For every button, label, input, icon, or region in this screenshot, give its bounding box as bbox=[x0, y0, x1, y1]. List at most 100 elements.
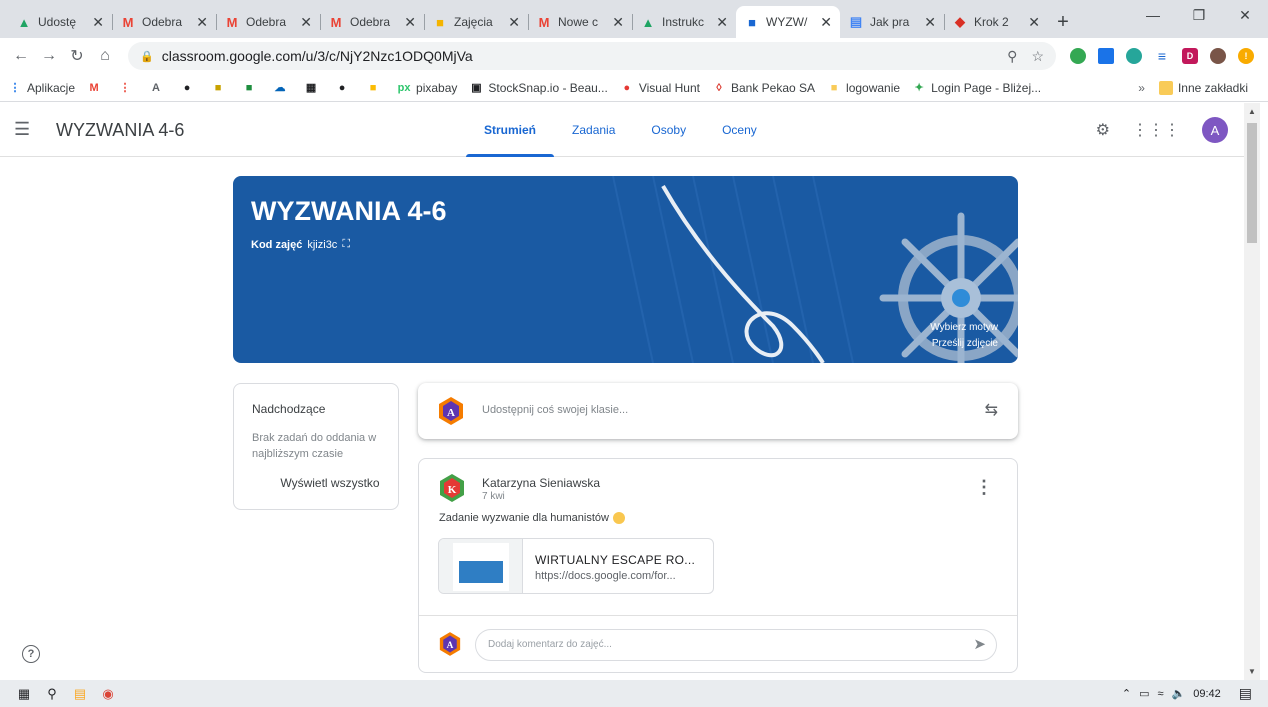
browser-tab[interactable]: M Nowe c ✕ bbox=[528, 6, 632, 38]
class-tab-0[interactable]: Strumień bbox=[466, 103, 555, 157]
lock-icon: 🔒 bbox=[140, 50, 154, 63]
bookmark-item[interactable]: ● Visual Hunt bbox=[620, 80, 700, 95]
wifi-icon[interactable]: ≈ bbox=[1157, 688, 1163, 700]
close-tab-icon[interactable]: ✕ bbox=[300, 14, 312, 31]
restore-button[interactable]: ❐ bbox=[1176, 0, 1222, 30]
repost-icon[interactable]: ⇆ bbox=[985, 400, 998, 420]
share-with-class-box[interactable]: A Udostępnij coś swojej klasie... ⇆ bbox=[418, 383, 1018, 439]
extension-teal-icon[interactable] bbox=[1126, 48, 1142, 64]
help-icon[interactable]: ? bbox=[22, 645, 40, 663]
menu-icon[interactable]: ☰ bbox=[14, 119, 30, 140]
select-theme-link[interactable]: Wybierz motyw bbox=[930, 320, 998, 336]
other-bookmarks[interactable]: Inne zakładki bbox=[1158, 80, 1248, 95]
camera-icon: ▣ bbox=[471, 82, 482, 94]
bookmark-item[interactable]: ■ bbox=[366, 81, 385, 95]
scrollbar-thumb[interactable] bbox=[1247, 123, 1257, 243]
scroll-up-icon[interactable]: ▲ bbox=[1248, 107, 1256, 116]
class-comment-input[interactable]: Dodaj komentarz do zajęć... ➤ bbox=[475, 629, 997, 661]
close-tab-icon[interactable]: ✕ bbox=[404, 14, 416, 31]
bookmark-item[interactable]: ■ bbox=[242, 81, 261, 95]
zoom-icon[interactable]: ⚲ bbox=[1007, 48, 1017, 65]
close-tab-icon[interactable]: ✕ bbox=[612, 14, 624, 31]
windows-start-icon[interactable]: ▦ bbox=[10, 680, 38, 707]
settings-gear-icon[interactable]: ⚙ bbox=[1096, 120, 1110, 140]
forward-icon[interactable]: → bbox=[36, 43, 62, 69]
reload-icon[interactable]: ↻ bbox=[64, 43, 90, 69]
bookmark-item[interactable]: ● bbox=[335, 81, 354, 95]
close-tab-icon[interactable]: ✕ bbox=[716, 14, 728, 31]
class-title[interactable]: WYZWANIA 4-6 bbox=[56, 120, 184, 141]
browser-tab[interactable]: ■ Zajęcia ✕ bbox=[424, 6, 528, 38]
more-options-icon[interactable]: ⋮ bbox=[975, 477, 993, 498]
bookmark-item[interactable]: ⋮ Aplikacje bbox=[8, 81, 76, 95]
apple-icon: ● bbox=[183, 81, 191, 94]
update-alert-icon[interactable]: ! bbox=[1238, 48, 1254, 64]
close-tab-icon[interactable]: ✕ bbox=[508, 14, 520, 31]
browser-tab[interactable]: ◆ Krok 2 ✕ bbox=[944, 6, 1048, 38]
bookmark-item[interactable]: ■ bbox=[211, 81, 230, 95]
bookmarks-more-button[interactable]: » bbox=[1138, 81, 1145, 95]
bookmark-star-icon[interactable]: ☆ bbox=[1031, 48, 1044, 65]
browser-tab[interactable]: M Odebra ✕ bbox=[320, 6, 424, 38]
bookmark-label: Visual Hunt bbox=[638, 80, 700, 95]
scroll-down-icon[interactable]: ▼ bbox=[1248, 667, 1256, 676]
bookmark-item[interactable]: ✦ Login Page - Bliżej... bbox=[912, 81, 1041, 95]
browser-tab[interactable]: ▲ Instrukc ✕ bbox=[632, 6, 736, 38]
close-tab-icon[interactable]: ✕ bbox=[820, 14, 832, 31]
post-date: 7 kwi bbox=[482, 491, 505, 502]
bookmark-item[interactable]: ■ logowanie bbox=[827, 81, 900, 95]
close-tab-icon[interactable]: ✕ bbox=[924, 14, 936, 31]
browser-tab[interactable]: M Odebra ✕ bbox=[112, 6, 216, 38]
close-tab-icon[interactable]: ✕ bbox=[1028, 14, 1040, 31]
tray-chevron-icon[interactable]: ⌃ bbox=[1122, 687, 1131, 700]
fullscreen-icon[interactable]: ⛶ bbox=[342, 238, 350, 251]
battery-icon[interactable]: ▭ bbox=[1139, 687, 1149, 700]
extension-green-icon[interactable] bbox=[1070, 48, 1086, 64]
bookmark-item[interactable]: ⋮ bbox=[118, 81, 137, 95]
close-tab-icon[interactable]: ✕ bbox=[92, 14, 104, 31]
home-icon[interactable]: ⌂ bbox=[92, 43, 118, 69]
bookmark-item[interactable]: A bbox=[149, 81, 168, 95]
browser-tab[interactable]: ▤ Jak pra ✕ bbox=[840, 6, 944, 38]
close-tab-icon[interactable]: ✕ bbox=[196, 14, 208, 31]
back-icon[interactable]: ← bbox=[8, 43, 34, 69]
user-avatar[interactable]: A bbox=[1202, 117, 1228, 143]
volume-icon[interactable]: 🔈 bbox=[1172, 687, 1186, 700]
attachment-card[interactable]: WIRTUALNY ESCAPE RO... https://docs.goog… bbox=[438, 538, 714, 594]
browser-tab[interactable]: ▲ Udostę ✕ bbox=[8, 6, 112, 38]
bookmark-item[interactable]: ☁ bbox=[273, 81, 292, 95]
bookmark-item[interactable]: ● bbox=[180, 81, 199, 95]
browser-tab[interactable]: M Odebra ✕ bbox=[216, 6, 320, 38]
attachment-title: WIRTUALNY ESCAPE RO... bbox=[535, 553, 696, 567]
chrome-icon[interactable]: ◉ bbox=[94, 680, 122, 707]
extension-list-icon[interactable]: ≡ bbox=[1154, 48, 1170, 64]
bookmark-item[interactable]: ▦ bbox=[304, 81, 323, 95]
game-icon: ■ bbox=[214, 81, 222, 94]
extension-d-icon[interactable]: D bbox=[1182, 48, 1198, 64]
taskbar-search-icon[interactable]: ⚲ bbox=[38, 680, 66, 707]
extension-blue-icon[interactable] bbox=[1098, 48, 1114, 64]
notifications-icon[interactable]: ▤ bbox=[1239, 685, 1252, 702]
class-tab-1[interactable]: Zadania bbox=[554, 103, 633, 157]
file-explorer-icon[interactable]: ▤ bbox=[66, 680, 94, 707]
bookmark-item[interactable]: ▣ StockSnap.io - Beau... bbox=[469, 81, 608, 95]
address-bar[interactable]: 🔒 classroom.google.com/u/3/c/NjY2Nzc1ODQ… bbox=[128, 42, 1056, 70]
clock-time[interactable]: 09:42 bbox=[1193, 688, 1221, 700]
google-apps-icon[interactable]: ⋮⋮⋮ bbox=[1132, 120, 1180, 140]
close-window-button[interactable]: ✕ bbox=[1222, 0, 1268, 30]
bookmark-item[interactable]: px pixabay bbox=[397, 81, 458, 95]
bookmark-item[interactable]: M bbox=[87, 81, 106, 95]
class-tab-2[interactable]: Osoby bbox=[633, 103, 704, 157]
class-tab-3[interactable]: Oceny bbox=[704, 103, 775, 157]
view-all-link[interactable]: Wyświetl wszystko bbox=[234, 476, 398, 490]
upload-photo-link[interactable]: Prześlij zdjęcie bbox=[930, 336, 998, 352]
profile-avatar-icon[interactable] bbox=[1210, 48, 1226, 64]
browser-tab[interactable]: ■ WYZW/ ✕ bbox=[736, 6, 840, 38]
bookmark-label: Bank Pekao SA bbox=[730, 80, 816, 95]
bookmark-item[interactable]: ◊ Bank Pekao SA bbox=[712, 81, 815, 95]
attachment-thumbnail bbox=[439, 539, 523, 593]
minimize-button[interactable]: — bbox=[1130, 0, 1176, 30]
new-tab-button[interactable]: + bbox=[1048, 6, 1078, 38]
send-icon[interactable]: ➤ bbox=[973, 635, 986, 653]
page-scrollbar[interactable]: ▲ ▼ bbox=[1244, 103, 1260, 680]
